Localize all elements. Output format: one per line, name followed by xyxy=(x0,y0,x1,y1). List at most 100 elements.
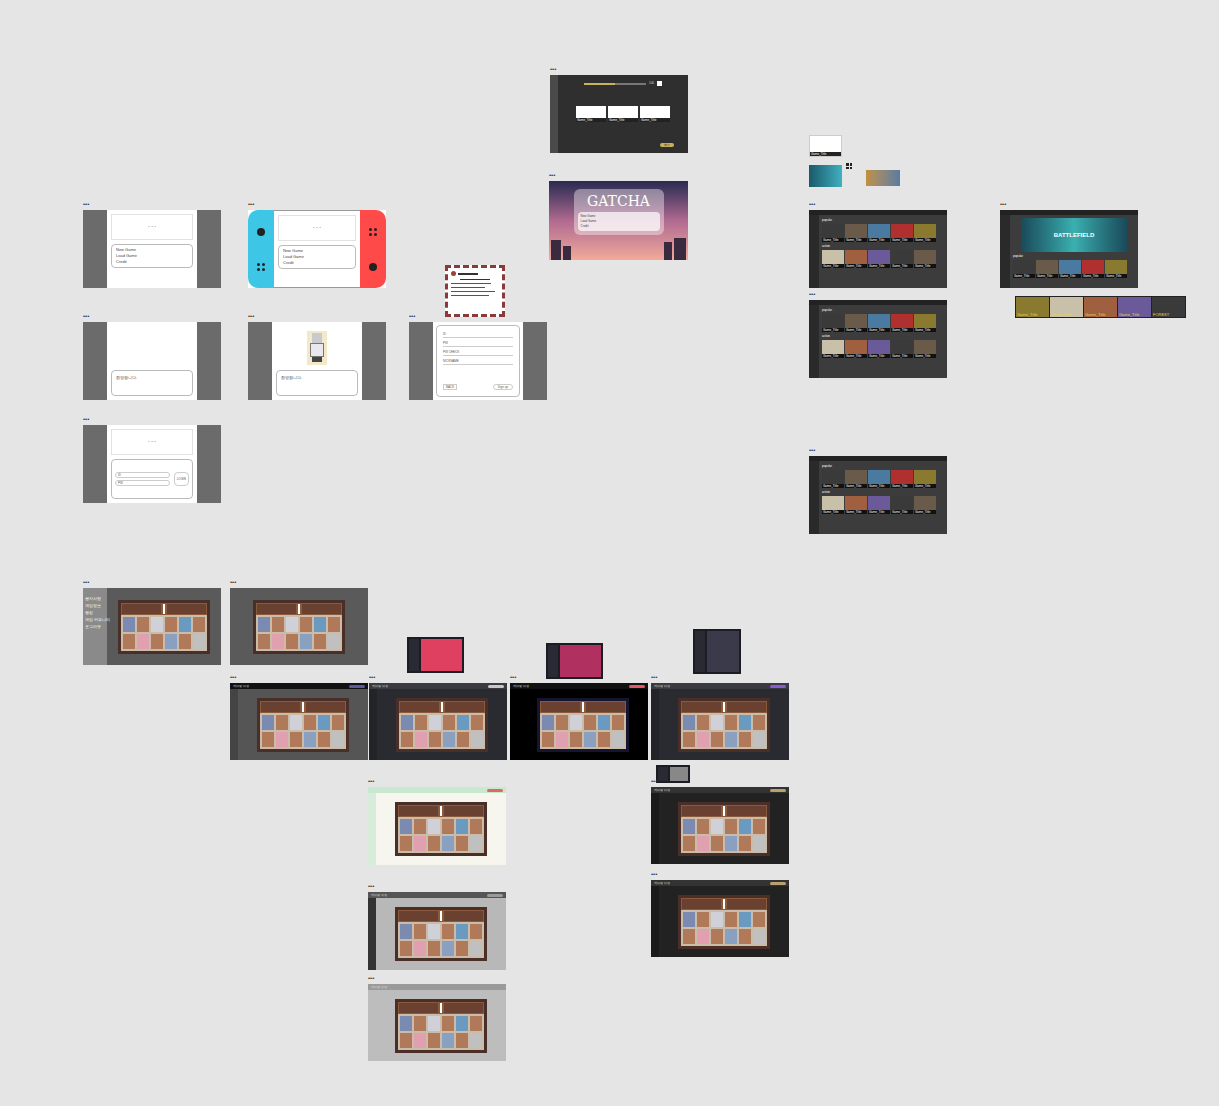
game-tile[interactable]: Game_Title xyxy=(822,314,844,332)
game-tile[interactable]: Game_Title xyxy=(868,470,890,488)
menu-item[interactable]: New Game xyxy=(283,248,351,254)
game-tile[interactable]: Game_Title xyxy=(914,224,936,242)
game-tile[interactable]: Game_Title xyxy=(868,250,890,268)
room-frame: •••게임방 입장 xyxy=(368,787,506,865)
frame-label: ••• xyxy=(1000,201,1006,207)
room-map xyxy=(678,895,770,949)
frame-label: ••• xyxy=(809,201,815,207)
game-tile[interactable]: Game_Title xyxy=(891,470,913,488)
game-tile[interactable]: Game_Title xyxy=(914,250,936,268)
game-card[interactable]: Game_Title xyxy=(576,106,606,122)
game-tile[interactable]: Game_Title xyxy=(891,224,913,242)
form-field[interactable]: PW xyxy=(443,341,513,347)
login-field[interactable]: ID xyxy=(115,472,170,478)
game-tile[interactable]: Game_Title xyxy=(1082,260,1104,278)
game-tile[interactable]: Game_Title xyxy=(822,224,844,242)
certificate xyxy=(445,265,505,317)
game-tile[interactable]: Game_Title xyxy=(868,496,890,514)
game-tile[interactable]: Game_Title xyxy=(1118,297,1151,317)
lobby-menu-item[interactable]: 게임 커뮤니티 xyxy=(85,617,105,622)
game-tile[interactable]: Game_Title xyxy=(891,250,913,268)
menu-item[interactable]: Load Game xyxy=(581,219,657,224)
menu-item[interactable]: Credit xyxy=(581,224,657,229)
frame-label: ••• xyxy=(83,201,89,207)
exit-button[interactable] xyxy=(487,894,503,897)
room-header: 게임방 입장 xyxy=(510,683,648,689)
lobby-menu-item[interactable]: 랭킹 xyxy=(85,610,105,615)
game-tile[interactable]: Game_Title xyxy=(822,250,844,268)
game-tile[interactable]: Game_Title xyxy=(868,340,890,358)
game-tile[interactable]: Game_Title xyxy=(891,496,913,514)
menu-item[interactable]: Credit xyxy=(116,259,188,265)
login-button[interactable]: LOGIN xyxy=(174,472,189,487)
game-tile[interactable]: Game_Title xyxy=(914,496,936,514)
game-tile[interactable]: Game_Title xyxy=(822,340,844,358)
game-card[interactable]: Game_Title xyxy=(608,106,638,122)
game-tile[interactable]: Game_Title xyxy=(1050,297,1083,317)
menu-item[interactable]: New Game xyxy=(581,214,657,219)
game-tile[interactable]: Game_Title xyxy=(1016,297,1049,317)
settings-frame: •••100Game_TitleGame_TitleGame_Title확인 xyxy=(550,75,688,153)
exit-button[interactable] xyxy=(488,685,504,688)
right-joycon xyxy=(360,210,386,288)
game-tile[interactable]: Game_Title xyxy=(914,470,936,488)
exit-button[interactable] xyxy=(349,685,365,688)
game-tile[interactable]: Game_Title xyxy=(1036,260,1058,278)
menu-item[interactable]: New Game xyxy=(116,247,188,253)
form-field[interactable]: ID xyxy=(443,332,513,338)
menu-item[interactable]: Load Game xyxy=(283,254,351,260)
exit-button[interactable] xyxy=(487,986,503,989)
menu-item[interactable]: Load Game xyxy=(116,253,188,259)
game-tile[interactable]: Game_Title xyxy=(868,224,890,242)
lobby-menu-item[interactable]: 로그아웃 xyxy=(85,624,105,629)
login-field[interactable]: PW xyxy=(115,480,170,486)
menu-item[interactable]: Credit xyxy=(283,260,351,266)
game-tile[interactable]: Game_Title xyxy=(1084,297,1117,317)
frame-label: ••• xyxy=(409,313,415,319)
game-tile[interactable]: Game_Title xyxy=(845,496,867,514)
title-box: - - - xyxy=(278,215,356,241)
room-map xyxy=(395,907,487,961)
game-tile[interactable]: Game_Title xyxy=(822,470,844,488)
character-sprite xyxy=(307,331,327,365)
game-tile[interactable]: Game_Title xyxy=(891,340,913,358)
exit-button[interactable] xyxy=(770,685,786,688)
room-map xyxy=(396,698,488,752)
game-card[interactable]: Game_Title xyxy=(640,106,670,122)
exit-button[interactable] xyxy=(629,685,645,688)
signup-button[interactable]: Sign up xyxy=(493,384,513,391)
form-field[interactable]: NICKNAME xyxy=(443,359,513,365)
volume-slider[interactable] xyxy=(584,83,646,85)
form-field[interactable]: PW CHECK xyxy=(443,350,513,356)
confirm-button[interactable]: 확인 xyxy=(660,143,674,147)
game-tile[interactable]: Game_Title xyxy=(891,314,913,332)
game-tile[interactable]: Game_Title xyxy=(914,314,936,332)
room-header: 게임방 입장 xyxy=(368,892,506,898)
game-tile[interactable]: Game_Title xyxy=(1013,260,1035,278)
store-section: popularGame_TitleGame_TitleGame_TitleGam… xyxy=(1013,254,1135,278)
back-button[interactable]: BACK xyxy=(443,384,457,391)
store-section: popularGame_TitleGame_TitleGame_TitleGam… xyxy=(822,218,944,242)
exit-button[interactable] xyxy=(487,789,503,792)
lobby-menu-item[interactable]: 게임정보 xyxy=(85,603,105,608)
game-tile[interactable]: Game_Title xyxy=(914,340,936,358)
room-frame: •••게임방 입장 xyxy=(369,683,507,760)
store-frame: •••popularGame_TitleGame_TitleGame_Title… xyxy=(809,300,947,378)
game-tile[interactable]: FOREST xyxy=(1152,297,1185,317)
game-tile[interactable]: Game_Title xyxy=(845,340,867,358)
exit-button[interactable] xyxy=(770,882,786,885)
frame-label: ••• xyxy=(549,172,555,178)
game-tile[interactable]: Game_Title xyxy=(1059,260,1081,278)
room-header: 게임방 입장 xyxy=(368,787,506,793)
game-tile[interactable]: Game_Title xyxy=(845,470,867,488)
game-tile[interactable]: Game_Title xyxy=(822,496,844,514)
lobby-menu-item[interactable]: 공지사항 xyxy=(85,596,105,601)
exit-button[interactable] xyxy=(770,789,786,792)
game-tile[interactable]: Game_Title xyxy=(1105,260,1127,278)
checkbox[interactable] xyxy=(657,81,662,86)
game-tile[interactable]: Game_Title xyxy=(845,314,867,332)
game-tile[interactable]: Game_Title xyxy=(868,314,890,332)
game-tile[interactable]: Game_Title xyxy=(845,250,867,268)
game-tile[interactable]: Game_Title xyxy=(845,224,867,242)
game-card: Game_Title xyxy=(809,135,842,157)
